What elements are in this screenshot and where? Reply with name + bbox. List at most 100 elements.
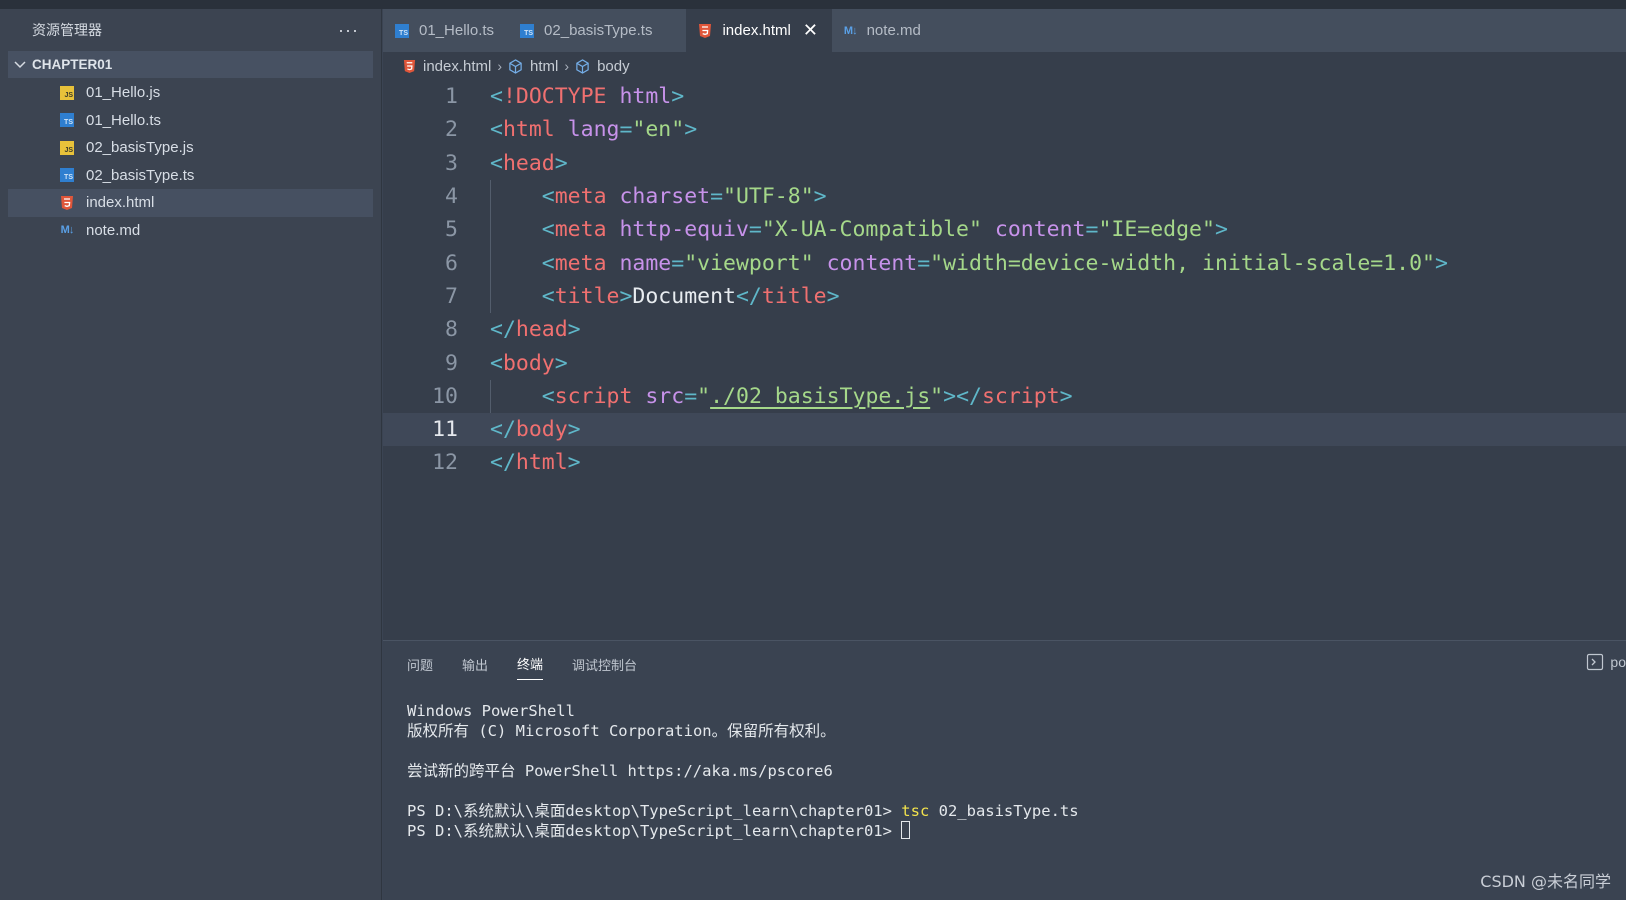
tab-output[interactable]: 输出 — [462, 649, 488, 680]
panel-tabs: 问题 输出 终端 调试控制台 — [383, 641, 1626, 687]
code-token: html — [515, 450, 568, 476]
file-item-index-html[interactable]: index.html — [8, 189, 373, 217]
breadcrumb-item-file[interactable]: index.html — [423, 58, 491, 75]
tab-note-md[interactable]: M↓ note.md — [832, 9, 935, 52]
ts-file-icon: TS — [395, 23, 409, 38]
tab-label: index.html — [722, 22, 791, 39]
code-token: http-equiv — [619, 217, 749, 243]
terminal-command-arg: 02_basisType.ts — [929, 802, 1079, 820]
code-token: head — [502, 150, 555, 176]
more-actions-button[interactable]: ··· — [338, 20, 359, 41]
code-token: meta — [554, 250, 607, 276]
script-src-link[interactable]: ./02_basisType.js — [710, 384, 930, 409]
terminal-command: tsc — [901, 802, 930, 820]
file-label: note.md — [86, 221, 141, 239]
tab-index-html[interactable]: index.html ✕ — [686, 9, 832, 52]
html-file-icon — [698, 23, 712, 39]
code-line: 9 <body> — [383, 346, 1626, 379]
code-line: 12 </html> — [383, 446, 1626, 479]
file-label: 02_basisType.js — [86, 139, 194, 157]
editor-tab-bar: TS 01_Hello.ts TS 02_basisType.ts index.… — [383, 9, 1626, 52]
code-line: 4 <meta charset="UTF-8"> — [383, 179, 1626, 214]
code-token: "UTF-8" — [723, 184, 814, 210]
terminal-output[interactable]: Windows PowerShell 版权所有 (C) Microsoft Co… — [407, 701, 1079, 841]
code-token: body — [502, 350, 555, 376]
line-number: 11 — [432, 417, 458, 443]
element-cube-icon — [575, 58, 590, 74]
terminal-prompt-line: PS D:\系统默认\桌面desktop\TypeScript_learn\ch… — [407, 821, 1079, 841]
line-number: 6 — [445, 250, 458, 276]
terminal-line: Windows PowerShell — [407, 702, 575, 720]
file-item-02-basistype-ts[interactable]: TS 02_basisType.ts — [8, 162, 373, 190]
code-line: 5 <meta http-equiv="X-UA-Compatible" con… — [383, 213, 1626, 247]
terminal-cursor — [901, 821, 911, 839]
tab-problems[interactable]: 问题 — [407, 649, 433, 680]
file-item-01-hello-js[interactable]: JS 01_Hello.js — [8, 79, 373, 107]
code-token: "width=device-width, initial-scale=1.0" — [930, 250, 1435, 276]
tab-01-hello-ts[interactable]: TS 01_Hello.ts — [383, 9, 508, 52]
file-item-02-basistype-js[interactable]: JS 02_basisType.js — [8, 134, 373, 162]
code-token: script — [981, 383, 1060, 409]
line-number: 10 — [432, 383, 458, 409]
code-line: 7 <title>Document</title> — [383, 279, 1626, 314]
bottom-panel: 问题 输出 终端 调试控制台 po Windows PowerShell 版权所… — [383, 640, 1626, 900]
folder-chapter01[interactable]: CHAPTER01 — [8, 51, 373, 78]
tab-label: note.md — [866, 22, 921, 39]
terminal-line: 版权所有 (C) Microsoft Corporation。保留所有权利。 — [407, 722, 836, 740]
code-editor[interactable]: 1 <!DOCTYPE html> 2 <html lang="en"> 3 <… — [383, 80, 1626, 640]
file-label: 01_Hello.ts — [86, 111, 162, 129]
terminal-icon — [1587, 653, 1604, 671]
tab-label: 01_Hello.ts — [419, 22, 495, 39]
close-icon[interactable]: ✕ — [803, 20, 818, 41]
code-token: title — [761, 283, 827, 309]
code-token: meta — [554, 184, 607, 210]
code-token: head — [515, 317, 568, 343]
file-item-01-hello-ts[interactable]: TS 01_Hello.ts — [8, 107, 373, 135]
html-file-icon — [59, 195, 75, 211]
code-token: content — [994, 217, 1086, 243]
html-file-icon — [403, 59, 416, 74]
terminal-line: 尝试新的跨平台 PowerShell https://aka.ms/pscore… — [407, 762, 833, 780]
code-line: 3 <head> — [383, 147, 1626, 180]
code-line: 6 <meta name="viewport" content="width=d… — [383, 246, 1626, 280]
line-number: 7 — [445, 283, 458, 309]
code-token: !DOCTYPE — [502, 84, 607, 110]
code-token: content — [826, 250, 918, 276]
tab-terminal[interactable]: 终端 — [517, 648, 544, 680]
code-token: Document — [632, 283, 736, 309]
breadcrumb-item-body[interactable]: body — [597, 58, 630, 75]
explorer-header: 资源管理器 ··· — [0, 9, 381, 51]
tab-02-basistype-ts[interactable]: TS 02_basisType.ts — [508, 9, 686, 52]
tab-debug-console[interactable]: 调试控制台 — [572, 649, 637, 680]
terminal-name: po — [1610, 654, 1626, 670]
line-number: 2 — [445, 117, 458, 143]
line-number: 4 — [445, 184, 458, 210]
code-token: "viewport" — [684, 250, 814, 276]
line-number: 3 — [445, 150, 458, 176]
chevron-right-icon: › — [497, 58, 503, 74]
breadcrumb: index.html › html › body — [383, 52, 1626, 80]
ts-file-icon: TS — [59, 112, 75, 128]
file-item-note-md[interactable]: M↓ note.md — [8, 217, 373, 245]
top-strip — [0, 0, 1626, 9]
ts-file-icon: TS — [520, 23, 535, 38]
code-token: src — [645, 383, 685, 409]
code-token: lang — [567, 117, 620, 143]
tab-label: 02_basisType.ts — [544, 22, 653, 39]
element-cube-icon — [508, 58, 523, 74]
terminal-selector[interactable]: po — [1586, 653, 1626, 671]
chevron-right-icon: › — [564, 58, 570, 74]
breadcrumb-item-html[interactable]: html — [530, 58, 558, 75]
chevron-down-icon — [14, 60, 26, 68]
terminal-prompt: PS D:\系统默认\桌面desktop\TypeScript_learn\ch… — [407, 822, 902, 840]
code-token: name — [619, 250, 672, 276]
code-token: html — [619, 84, 672, 110]
code-token: "IE=edge" — [1098, 217, 1215, 243]
code-token: charset — [619, 184, 711, 210]
terminal-prompt: PS D:\系统默认\桌面desktop\TypeScript_learn\ch… — [407, 802, 902, 820]
line-number: 12 — [432, 450, 458, 476]
file-label: 02_basisType.ts — [86, 166, 195, 184]
watermark: CSDN @未名同学 — [1480, 872, 1611, 891]
js-file-icon: JS — [59, 85, 75, 101]
line-number: 9 — [445, 350, 458, 376]
